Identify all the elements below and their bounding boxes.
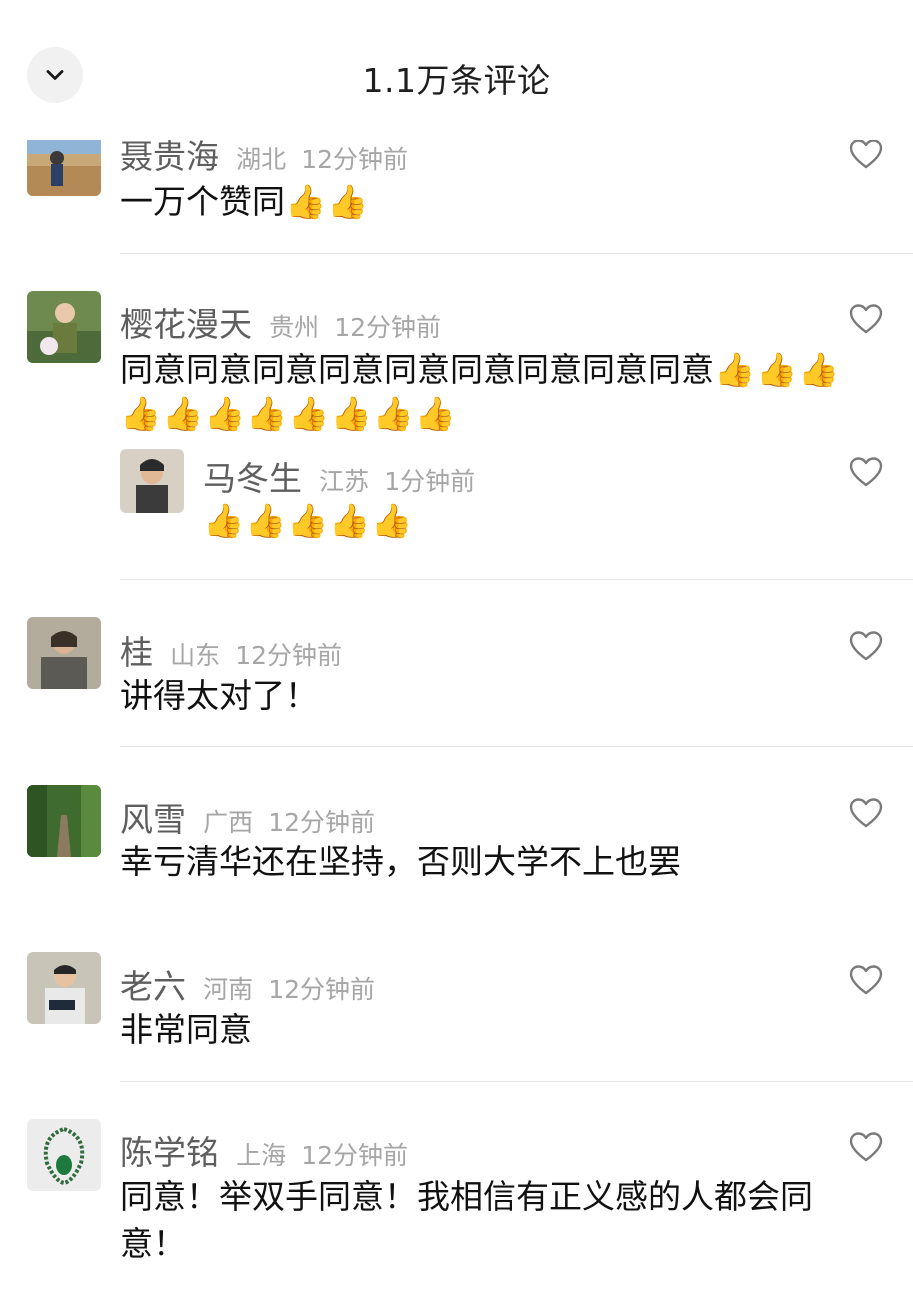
timestamp: 1分钟前 xyxy=(384,467,476,496)
comment-meta: 风雪 广西 12分钟前 xyxy=(120,793,375,841)
comment-list: 聂贵海 湖北 12分钟前 一万个赞同👍👍 樱花漫天 贵州 12分钟前 同意同意同… xyxy=(0,0,913,1293)
comment-text-continued: 意！ xyxy=(120,1224,186,1263)
timestamp: 12分钟前 xyxy=(235,641,343,670)
thumbs-up-icon: 👍👍👍👍👍👍👍👍 xyxy=(120,394,457,433)
divider xyxy=(120,1081,913,1082)
username[interactable]: 陈学铭 xyxy=(120,1133,219,1172)
divider xyxy=(120,253,913,254)
username[interactable]: 樱花漫天 xyxy=(120,305,252,344)
region: 湖北 xyxy=(236,145,287,174)
comment-text: 同意同意同意同意同意同意同意同意同意👍👍👍 xyxy=(120,350,841,389)
heart-icon[interactable] xyxy=(849,1131,883,1163)
heart-icon[interactable] xyxy=(849,138,883,170)
username[interactable]: 马冬生 xyxy=(203,459,302,498)
comment-text: 同意！举双手同意！我相信有正义感的人都会同 xyxy=(120,1177,813,1216)
comment-text: 讲得太对了！ xyxy=(120,676,318,715)
thumbs-up-icon: 👍👍👍 xyxy=(714,350,841,389)
avatar[interactable] xyxy=(27,1119,101,1191)
avatar[interactable] xyxy=(27,785,101,857)
heart-icon[interactable] xyxy=(849,303,883,335)
heart-icon[interactable] xyxy=(849,797,883,829)
comment-meta: 老六 河南 12分钟前 xyxy=(120,960,375,1008)
region: 贵州 xyxy=(269,313,320,342)
timestamp: 12分钟前 xyxy=(268,808,376,837)
region: 河南 xyxy=(203,975,254,1004)
heart-icon[interactable] xyxy=(849,964,883,996)
comment-text: 幸亏清华还在坚持，否则大学不上也罢 xyxy=(120,842,681,881)
username[interactable]: 聂贵海 xyxy=(120,137,219,176)
region: 山东 xyxy=(170,641,221,670)
comment-text: 一万个赞同👍👍 xyxy=(120,182,370,221)
username[interactable]: 风雪 xyxy=(120,800,186,839)
heart-icon[interactable] xyxy=(849,456,883,488)
timestamp: 12分钟前 xyxy=(301,1141,409,1170)
avatar[interactable] xyxy=(27,291,101,363)
username[interactable]: 老六 xyxy=(120,967,186,1006)
region: 上海 xyxy=(236,1141,287,1170)
comments-header: 1.1万条评论 xyxy=(0,0,913,140)
divider xyxy=(120,579,913,580)
page-title: 1.1万条评论 xyxy=(362,61,551,100)
avatar[interactable] xyxy=(27,617,101,689)
comment-meta: 樱花漫天 贵州 12分钟前 xyxy=(120,298,441,346)
divider xyxy=(120,746,913,747)
timestamp: 12分钟前 xyxy=(334,313,442,342)
timestamp: 12分钟前 xyxy=(268,975,376,1004)
comment-text: 非常同意 xyxy=(120,1010,252,1049)
region: 广西 xyxy=(203,808,254,837)
thumbs-up-icon: 👍👍👍👍👍 xyxy=(203,501,414,540)
thumbs-up-icon: 👍👍 xyxy=(285,182,370,221)
heart-icon[interactable] xyxy=(849,630,883,662)
reply-meta: 马冬生 江苏 1分钟前 xyxy=(203,452,475,500)
region: 江苏 xyxy=(319,467,370,496)
username[interactable]: 桂 xyxy=(120,633,153,672)
comment-meta: 陈学铭 上海 12分钟前 xyxy=(120,1126,408,1174)
timestamp: 12分钟前 xyxy=(301,145,409,174)
comment-meta: 桂 山东 12分钟前 xyxy=(120,626,342,674)
avatar[interactable] xyxy=(27,952,101,1024)
avatar[interactable] xyxy=(120,449,184,513)
